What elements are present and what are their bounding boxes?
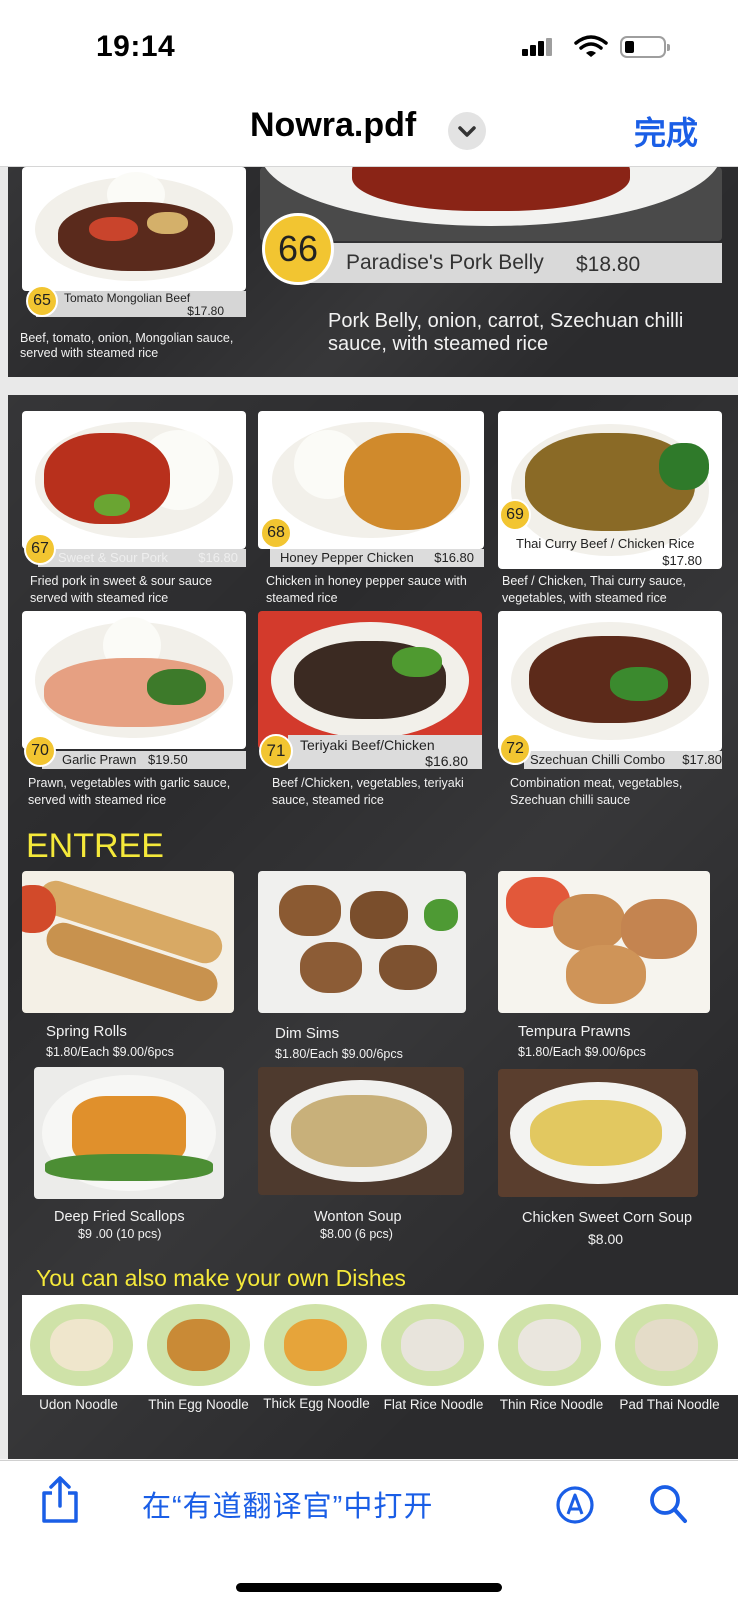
document-title[interactable]: Nowra.pdf xyxy=(250,106,416,145)
dish-description: Beef /Chicken, vegetables, teriyaki sauc… xyxy=(272,776,464,807)
chevron-down-icon[interactable] xyxy=(448,112,486,150)
entree-photo-scallops xyxy=(34,1067,224,1199)
dish-strip-72: Szechuan Chilli Combo $17.80 xyxy=(524,751,722,769)
noodle-photo xyxy=(142,1298,255,1392)
item-number-badge: 65 xyxy=(26,285,58,317)
item-number-badge: 66 xyxy=(262,213,334,285)
noodle-label: Pad Thai Noodle xyxy=(619,1397,720,1412)
status-time: 19:14 xyxy=(96,30,176,63)
dish-description: Pork Belly, onion, carrot, Szechuan chil… xyxy=(328,310,684,355)
dish-strip-67: Sweet & Sour Pork $16.80 xyxy=(38,549,246,567)
entree-price: $1.80/Each $9.00/6pcs xyxy=(518,1045,646,1059)
dish-name: Teriyaki Beef/Chicken xyxy=(300,737,435,753)
wifi-icon xyxy=(574,34,608,63)
pdf-viewer[interactable]: Tomato Mongolian Beef $17.80 65 Beef, to… xyxy=(0,167,738,1459)
noodle-photo xyxy=(25,1298,138,1392)
entree-name: Chicken Sweet Corn Soup xyxy=(522,1210,693,1226)
dish-photo-72 xyxy=(498,611,722,751)
entree-name: Wonton Soup xyxy=(314,1209,402,1225)
nav-bar: Nowra.pdf 完成 xyxy=(0,90,738,167)
entree-name: Tempura Prawns xyxy=(518,1023,631,1040)
item-number-badge: 71 xyxy=(259,734,293,768)
dish-strip-71: Teriyaki Beef/Chicken $16.80 xyxy=(288,735,482,769)
dish-name: Tomato Mongolian Beef xyxy=(64,291,191,305)
battery-icon xyxy=(620,36,670,58)
dish-name: Paradise's Pork Belly xyxy=(346,251,544,274)
noodle-photo xyxy=(259,1298,372,1392)
signal-icon xyxy=(522,38,552,56)
noodle-label: Thin Rice Noodle xyxy=(499,1397,604,1412)
entree-price: $1.80/Each $9.00/6pcs xyxy=(275,1047,403,1061)
dish-name: Thai Curry Beef / Chicken Rice xyxy=(516,536,695,551)
dish-photo-68 xyxy=(258,411,484,549)
noodle-photo xyxy=(493,1298,606,1392)
done-button[interactable]: 完成 xyxy=(634,108,698,154)
dish-photo-70 xyxy=(22,611,246,749)
dish-name: Honey Pepper Chicken xyxy=(280,550,414,565)
dish-price: $17.80 xyxy=(682,752,722,767)
pdf-page: Sweet & Sour Pork $16.80 67 Honey Pepper… xyxy=(8,395,738,1459)
noodle-strip xyxy=(22,1295,738,1395)
dish-photo-71 xyxy=(258,611,482,749)
entree-photo-wonton-soup xyxy=(258,1067,464,1195)
dish-price: $19.50 xyxy=(148,752,188,767)
item-number-badge: 67 xyxy=(24,533,56,565)
dish-description: Fried pork in sweet & sour sauce served … xyxy=(30,574,213,605)
noodle-label: Thin Egg Noodle xyxy=(148,1397,249,1412)
dish-price: $16.80 xyxy=(198,550,238,565)
item-number-badge: 72 xyxy=(499,733,531,765)
own-dishes-heading: You can also make your own Dishes xyxy=(36,1265,406,1291)
markup-icon[interactable] xyxy=(555,1485,595,1525)
entree-photo-spring-rolls xyxy=(22,871,234,1013)
item-number-badge: 70 xyxy=(24,735,56,767)
dish-photo-66 xyxy=(260,167,722,241)
dish-name: Szechuan Chilli Combo xyxy=(530,752,666,767)
dish-name: Garlic Prawn xyxy=(62,752,137,767)
entree-name: Spring Rolls xyxy=(46,1023,127,1040)
dish-photo-67 xyxy=(22,411,246,549)
entree-heading: ENTREE xyxy=(26,827,164,865)
dish-price: $16.80 xyxy=(434,550,474,565)
bottom-toolbar: 在“有道翻译官”中打开 xyxy=(0,1460,738,1601)
item-number-badge: 69 xyxy=(499,499,531,531)
home-indicator xyxy=(236,1583,502,1592)
open-in-app-button[interactable]: 在“有道翻译官”中打开 xyxy=(142,1483,433,1525)
share-icon[interactable] xyxy=(38,1475,82,1525)
dish-price: $17.80 xyxy=(187,304,224,318)
entree-photo-dim-sims xyxy=(258,871,466,1013)
entree-photo-corn-soup xyxy=(498,1069,698,1197)
dish-price: $16.80 xyxy=(425,753,468,769)
dish-strip-68: Honey Pepper Chicken $16.80 xyxy=(270,549,484,567)
dish-name: Sweet & Sour Pork xyxy=(58,550,168,565)
entree-photo-tempura-prawns xyxy=(498,871,710,1013)
pdf-page: Tomato Mongolian Beef $17.80 65 Beef, to… xyxy=(8,167,738,377)
dish-strip-65: Tomato Mongolian Beef $17.80 xyxy=(36,291,246,318)
noodle-label: Thick Egg Noodle xyxy=(263,1396,370,1411)
entree-price: $8.00 (6 pcs) xyxy=(320,1227,393,1241)
dish-description: Beef / Chicken, Thai curry sauce, vegeta… xyxy=(502,574,686,605)
dish-photo-65 xyxy=(22,167,246,291)
dish-strip-66: Paradise's Pork Belly $18.80 xyxy=(290,243,722,283)
dish-description: Chicken in honey pepper sauce with steam… xyxy=(266,574,467,605)
entree-price: $9 .00 (10 pcs) xyxy=(78,1227,162,1241)
entree-name: Deep Fried Scallops xyxy=(54,1209,185,1225)
item-number-badge: 68 xyxy=(260,517,292,549)
dish-description: Beef, tomato, onion, Mongolian sauce, se… xyxy=(20,331,234,360)
entree-price: $8.00 xyxy=(588,1231,624,1247)
entree-name: Dim Sims xyxy=(275,1025,340,1042)
dish-description: Prawn, vegetables with garlic sauce, ser… xyxy=(28,776,231,807)
dish-price: $17.80 xyxy=(662,553,702,568)
noodle-photo xyxy=(610,1298,723,1392)
dish-strip-69: Thai Curry Beef / Chicken Rice $17.80 xyxy=(504,535,722,569)
dish-strip-70: Garlic Prawn $19.50 xyxy=(42,751,246,769)
search-icon[interactable] xyxy=(648,1483,688,1525)
noodle-label: Flat Rice Noodle xyxy=(383,1397,484,1412)
dish-description: Combination meat, vegetables, Szechuan c… xyxy=(510,776,683,807)
status-bar: 19:14 xyxy=(0,0,738,90)
noodle-label: Udon Noodle xyxy=(39,1397,118,1412)
noodle-photo xyxy=(376,1298,489,1392)
entree-price: $1.80/Each $9.00/6pcs xyxy=(46,1045,174,1059)
dish-price: $18.80 xyxy=(576,253,641,276)
